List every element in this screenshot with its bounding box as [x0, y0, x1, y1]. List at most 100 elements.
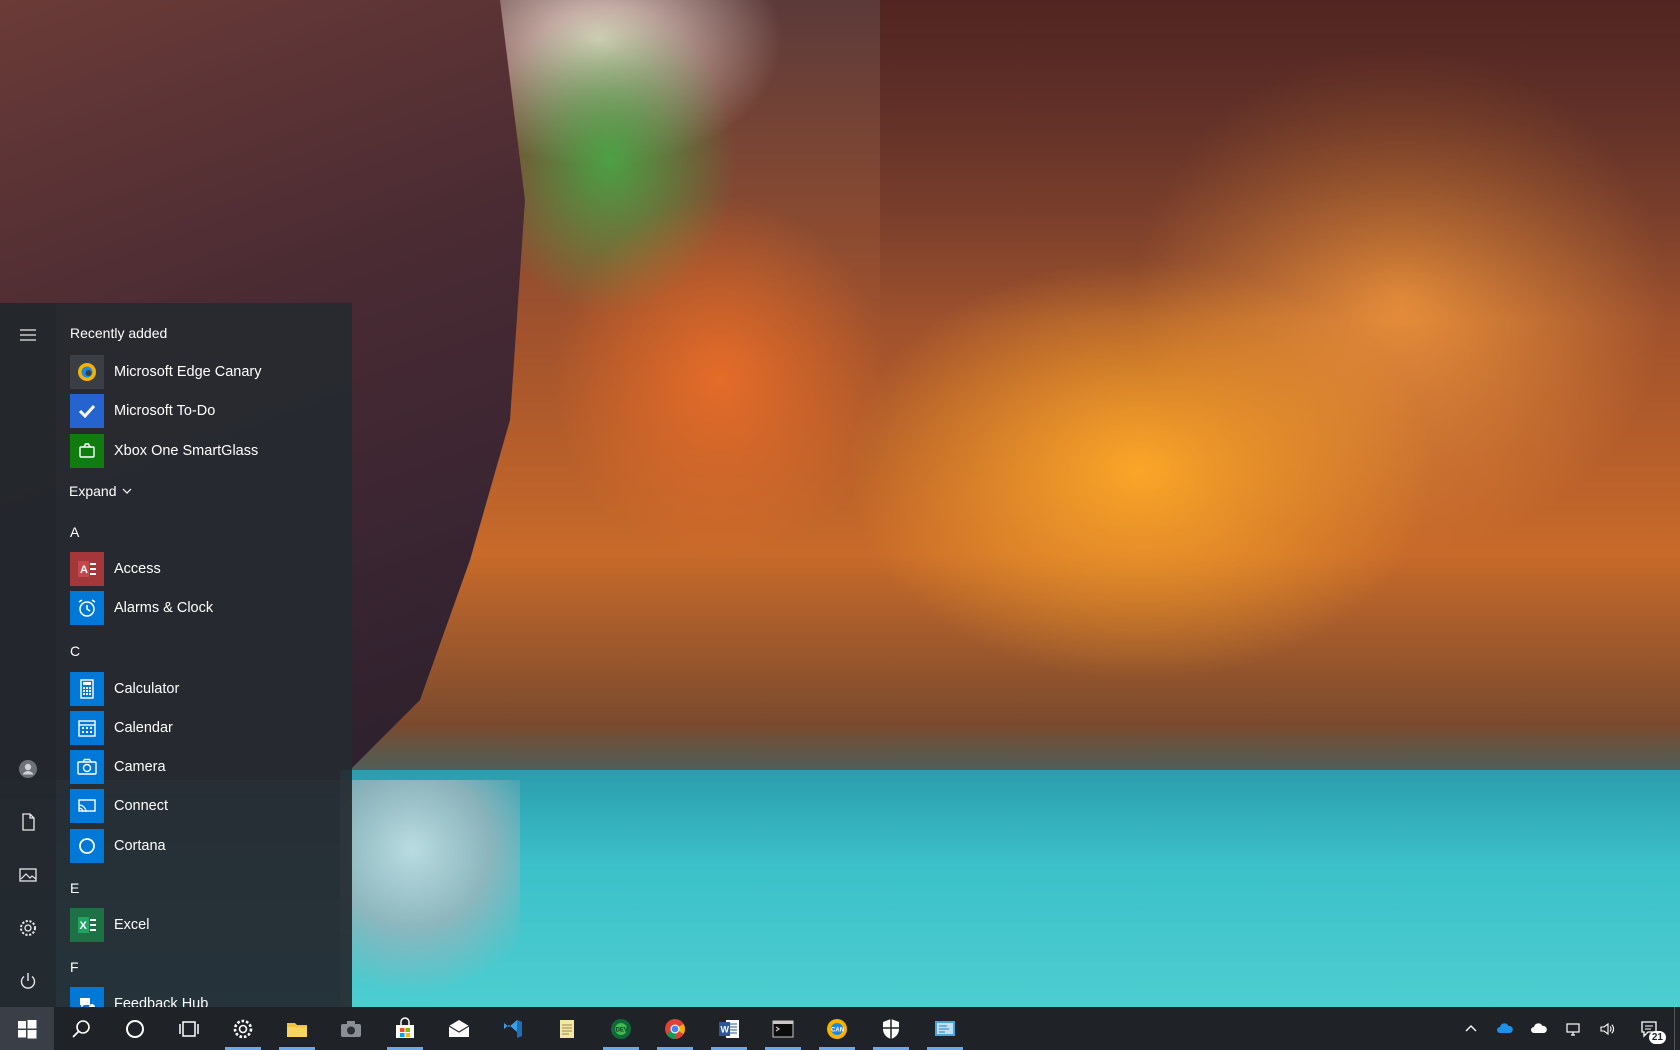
settings-icon[interactable]	[0, 902, 56, 954]
taskbar-file-explorer[interactable]	[270, 1007, 324, 1050]
alarm-clock-icon	[70, 591, 104, 625]
taskbar-word[interactable]: W	[702, 1007, 756, 1050]
task-view-button[interactable]	[162, 1007, 216, 1050]
documents-icon[interactable]	[0, 796, 56, 848]
edge-dev-icon: DEV	[611, 1018, 631, 1039]
terminal-icon	[772, 1020, 794, 1037]
show-desktop-button[interactable]	[1674, 1007, 1680, 1050]
svg-text:A: A	[80, 564, 88, 576]
tray-network[interactable]	[1556, 1007, 1590, 1050]
expand-link[interactable]: Expand	[69, 483, 132, 499]
taskbar-notepad[interactable]	[540, 1007, 594, 1050]
notepad-icon	[560, 1019, 574, 1038]
system-tray: 21	[1454, 1007, 1680, 1050]
excel-icon: X	[70, 908, 104, 942]
app-list: Recently added Microsoft Edge Canary Mic…	[56, 303, 352, 1007]
taskbar-security[interactable]	[864, 1007, 918, 1050]
app-item-todo[interactable]: Microsoft To-Do	[70, 393, 340, 429]
taskbar-edge-canary[interactable]: CAN	[810, 1007, 864, 1050]
app-item-access[interactable]: A Access	[70, 551, 340, 587]
visual-studio-icon	[504, 1019, 522, 1038]
onedrive-icon	[1497, 1022, 1513, 1033]
app-item-calendar[interactable]: Calendar	[70, 710, 340, 746]
taskbar-chrome[interactable]	[648, 1007, 702, 1050]
app-label: Microsoft To-Do	[114, 403, 216, 419]
edge-canary-icon: CAN	[827, 1018, 847, 1039]
start-rail	[0, 303, 56, 1007]
svg-text:DEV: DEV	[616, 1027, 628, 1033]
wallpaper-rocks	[340, 780, 520, 1007]
feedback-hub-icon	[70, 987, 104, 1007]
search-button[interactable]	[54, 1007, 108, 1050]
app-item-edge-canary[interactable]: Microsoft Edge Canary	[70, 354, 340, 390]
start-menu: Recently added Microsoft Edge Canary Mic…	[0, 303, 352, 1007]
wallpaper-river	[340, 770, 1680, 1007]
start-button[interactable]	[0, 1007, 54, 1050]
tray-overflow-button[interactable]	[1454, 1007, 1488, 1050]
taskbar: DEV W CAN 21	[0, 1007, 1680, 1050]
letter-header-a[interactable]: A	[70, 524, 79, 540]
svg-text:CAN: CAN	[831, 1027, 844, 1033]
taskbar-settings[interactable]	[216, 1007, 270, 1050]
tray-onedrive[interactable]	[1488, 1007, 1522, 1050]
app-label: Xbox One SmartGlass	[114, 443, 259, 459]
app-label: Cortana	[114, 838, 166, 854]
tray-volume[interactable]	[1590, 1007, 1624, 1050]
app-item-alarms-clock[interactable]: Alarms & Clock	[70, 590, 340, 626]
letter-header-c[interactable]: C	[70, 643, 80, 659]
svg-text:W: W	[721, 1024, 730, 1034]
app-label: Calculator	[114, 681, 180, 697]
svg-text:X: X	[80, 920, 88, 932]
remote-desktop-icon	[935, 1020, 955, 1036]
app-label: Calendar	[114, 720, 173, 736]
app-label: Alarms & Clock	[114, 600, 214, 616]
mail-icon	[448, 1019, 470, 1037]
file-explorer-icon	[287, 1022, 307, 1037]
word-icon: W	[719, 1019, 739, 1038]
taskbar-remote-desktop[interactable]	[918, 1007, 972, 1050]
taskbar-terminal[interactable]	[756, 1007, 810, 1050]
app-item-connect[interactable]: Connect	[70, 788, 340, 824]
action-center-button[interactable]: 21	[1624, 1007, 1674, 1050]
edge-canary-icon	[70, 355, 104, 389]
pictures-icon[interactable]	[0, 849, 56, 901]
calculator-icon	[70, 672, 104, 706]
notification-count-badge: 21	[1648, 1031, 1666, 1044]
app-item-cortana[interactable]: Cortana	[70, 828, 340, 864]
store-icon	[396, 1016, 414, 1038]
app-item-feedback-hub[interactable]: Feedback Hub	[70, 986, 340, 1007]
taskbar-store[interactable]	[378, 1007, 432, 1050]
app-item-camera[interactable]: Camera	[70, 749, 340, 785]
taskbar-camera[interactable]	[324, 1007, 378, 1050]
expand-label: Expand	[69, 483, 117, 499]
camera-icon	[341, 1020, 361, 1037]
settings-icon	[233, 1019, 253, 1038]
app-item-excel[interactable]: X Excel	[70, 907, 340, 943]
app-label: Connect	[114, 798, 169, 814]
hamburger-menu-icon[interactable]	[0, 309, 56, 361]
taskbar-mail[interactable]	[432, 1007, 486, 1050]
access-icon: A	[70, 552, 104, 586]
app-item-xbox-smartglass[interactable]: Xbox One SmartGlass	[70, 433, 340, 469]
letter-header-f[interactable]: F	[70, 959, 79, 975]
taskbar-edge-dev[interactable]: DEV	[594, 1007, 648, 1050]
wallpaper-shadow	[880, 0, 1680, 320]
start-icon	[18, 1019, 37, 1038]
recently-added-header: Recently added	[70, 325, 168, 341]
app-label: Excel	[114, 917, 150, 933]
power-icon[interactable]	[0, 955, 56, 1007]
task-view-icon	[179, 1020, 199, 1037]
volume-icon	[1600, 1022, 1614, 1035]
letter-header-e[interactable]: E	[70, 880, 79, 896]
todo-check-icon	[70, 394, 104, 428]
search-icon	[72, 1019, 90, 1038]
chrome-icon	[665, 1018, 685, 1039]
app-label: Microsoft Edge Canary	[114, 364, 262, 380]
cortana-button[interactable]	[108, 1007, 162, 1050]
user-avatar-icon[interactable]	[0, 743, 56, 795]
app-item-calculator[interactable]: Calculator	[70, 671, 340, 707]
taskbar-visual-studio[interactable]	[486, 1007, 540, 1050]
app-label: Camera	[114, 759, 166, 775]
cortana-icon	[70, 829, 104, 863]
tray-onedrive-personal[interactable]	[1522, 1007, 1556, 1050]
